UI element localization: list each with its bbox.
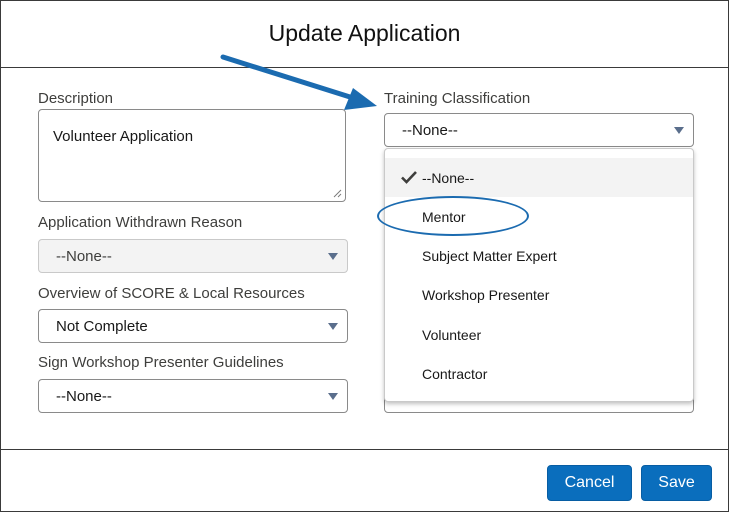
dialog-footer: Cancel Save: [1, 449, 728, 512]
option-volunteer[interactable]: Volunteer: [385, 315, 693, 354]
chevron-down-icon: [328, 253, 338, 260]
resize-handle-icon[interactable]: [332, 188, 342, 198]
withdrawn-reason-value: --None--: [56, 247, 112, 265]
dialog-title: Update Application: [268, 20, 461, 46]
option-contractor[interactable]: Contractor: [385, 354, 693, 393]
training-classification-label: Training Classification: [384, 90, 531, 107]
option-label: --None--: [422, 169, 475, 186]
dialog-header: Update Application: [1, 1, 728, 68]
overview-value: Not Complete: [56, 317, 148, 335]
save-button[interactable]: Save: [641, 465, 712, 501]
sign-guidelines-label: Sign Workshop Presenter Guidelines: [38, 354, 284, 371]
chevron-down-icon: [328, 393, 338, 400]
overview-select[interactable]: Not Complete: [38, 309, 348, 343]
withdrawn-reason-label: Application Withdrawn Reason: [38, 214, 243, 231]
chevron-down-icon: [674, 127, 684, 134]
overview-label: Overview of SCORE & Local Resources: [38, 285, 305, 302]
option-workshop-presenter[interactable]: Workshop Presenter: [385, 275, 693, 314]
training-classification-select[interactable]: --None--: [384, 113, 694, 147]
chevron-down-icon: [328, 323, 338, 330]
option-label: Contractor: [422, 365, 488, 382]
description-textarea[interactable]: Volunteer Application: [38, 109, 346, 202]
training-classification-listbox: --None-- Mentor Subject Matter Expert Wo…: [384, 148, 694, 402]
description-value: Volunteer Application: [53, 128, 194, 145]
training-classification-value: --None--: [402, 121, 458, 139]
option-label: Volunteer: [422, 326, 482, 343]
option-label: Subject Matter Expert: [422, 247, 557, 264]
option-subject-matter-expert[interactable]: Subject Matter Expert: [385, 236, 693, 275]
option-none[interactable]: --None--: [385, 158, 693, 197]
check-icon: [401, 171, 417, 184]
description-label: Description: [38, 90, 114, 107]
annotation-highlight-ellipse: [377, 196, 529, 236]
sign-guidelines-select[interactable]: --None--: [38, 379, 348, 413]
option-label: Workshop Presenter: [422, 286, 550, 303]
withdrawn-reason-select[interactable]: --None--: [38, 239, 348, 273]
update-application-dialog: Update Application Description Volunteer…: [0, 0, 729, 512]
sign-guidelines-value: --None--: [56, 387, 112, 405]
cancel-button[interactable]: Cancel: [547, 465, 632, 501]
